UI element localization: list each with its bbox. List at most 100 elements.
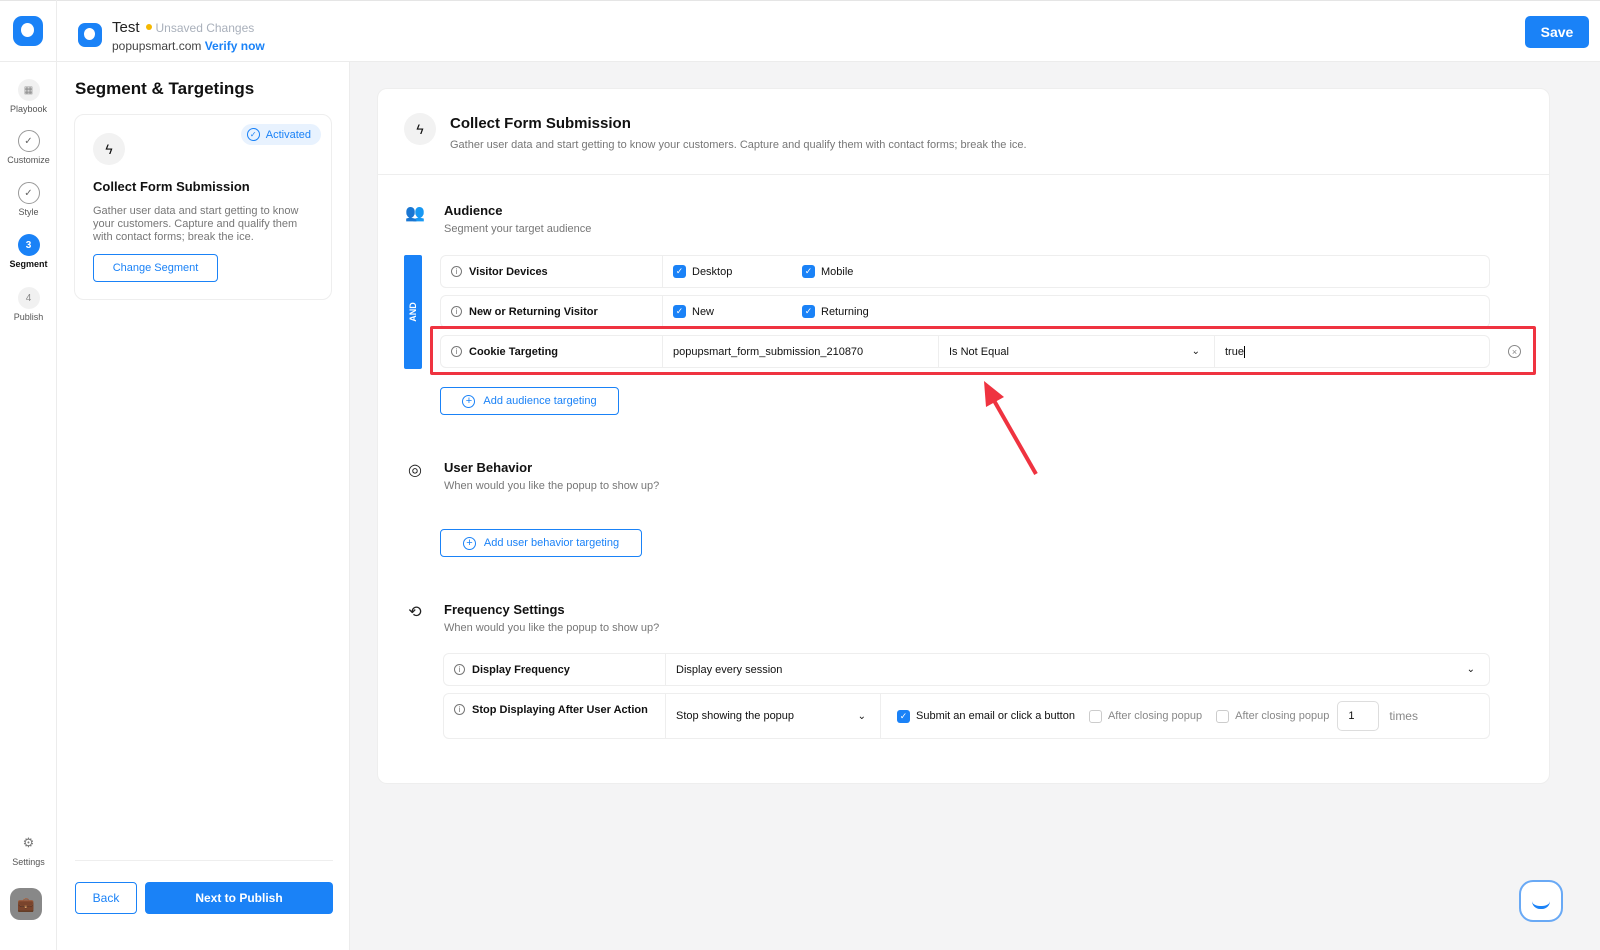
option-label: After closing popup: [1235, 710, 1330, 722]
stop-displaying-row: i Stop Displaying After User Action Stop …: [443, 693, 1490, 739]
info-icon[interactable]: i: [454, 704, 465, 715]
row-label: Display Frequency: [472, 663, 570, 676]
chevron-down-icon: ⌄: [1466, 664, 1475, 675]
grid-icon: ▦: [17, 79, 40, 101]
segment-title: Collect Form Submission: [450, 115, 631, 132]
cursor-click-icon: ◎: [408, 462, 422, 479]
returning-checkbox[interactable]: ✓: [802, 305, 815, 318]
step-number: 3: [17, 234, 40, 256]
display-frequency-select[interactable]: Display every session ⌄: [666, 654, 1489, 685]
save-status: Unsaved Changes: [155, 21, 255, 35]
briefcase-icon[interactable]: 💼: [10, 888, 42, 920]
change-segment-button[interactable]: Change Segment: [93, 254, 218, 282]
annotation-arrow-icon: [984, 381, 1038, 475]
desktop-checkbox[interactable]: ✓: [673, 265, 686, 278]
frequency-desc: When would you like the popup to show up…: [444, 622, 660, 634]
nav-label: Publish: [13, 312, 44, 322]
project-info: Test Unsaved Changes popupsmart.com Verif…: [78, 19, 265, 53]
top-bar: Test Unsaved Changes popupsmart.com Verif…: [0, 0, 1600, 62]
stop-action-select[interactable]: Stop showing the popup ⌄: [666, 694, 881, 738]
and-operator[interactable]: AND: [404, 255, 422, 369]
nav-label: Style: [18, 207, 39, 217]
app-logo[interactable]: [0, 0, 57, 62]
option-label: After closing popup: [1107, 710, 1203, 722]
nav-label: Settings: [12, 857, 45, 867]
info-icon[interactable]: i: [451, 306, 462, 317]
nav-settings[interactable]: ⚙ Settings: [0, 832, 57, 867]
back-button[interactable]: Back: [75, 882, 137, 914]
nav-style[interactable]: ✓ Style: [0, 182, 57, 217]
nav-segment[interactable]: 3 Segment: [0, 234, 57, 269]
times-label: times: [1389, 709, 1418, 723]
check-circle-icon: ✓: [246, 128, 260, 141]
verify-link[interactable]: Verify now: [205, 39, 265, 53]
add-user-behavior-button[interactable]: + Add user behavior targeting: [440, 529, 642, 557]
behavior-title: User Behavior: [444, 460, 533, 475]
gear-icon: ⚙: [22, 835, 35, 850]
behavior-desc: When would you like the popup to show up…: [444, 480, 660, 492]
info-icon[interactable]: i: [451, 266, 462, 277]
nav-playbook[interactable]: ▦ Playbook: [0, 79, 57, 114]
new-returning-row: i New or Returning Visitor ✓ New ✓ Returnin…: [440, 295, 1490, 328]
mobile-checkbox[interactable]: ✓: [802, 265, 815, 278]
row-label: Visitor Devices: [469, 265, 548, 278]
activated-badge: ✓ Activated: [240, 124, 321, 145]
plus-icon: +: [462, 536, 476, 550]
option-label: Returning: [821, 305, 869, 318]
highlight-box: [430, 326, 1536, 375]
save-button[interactable]: Save: [1525, 16, 1589, 48]
chat-widget-icon[interactable]: [1519, 880, 1563, 922]
panel-title: Segment & Targetings: [75, 79, 255, 98]
button-label: Add user behavior targeting: [483, 537, 620, 549]
next-to-publish-button[interactable]: Next to Publish: [145, 882, 333, 914]
after-closing-checkbox[interactable]: [1088, 709, 1102, 723]
option-label: Submit an email or click a button: [916, 710, 1075, 722]
unsaved-dot-icon: [145, 23, 152, 30]
bolt-icon: ϟ: [93, 133, 125, 165]
badge-label: Activated: [265, 128, 311, 141]
users-icon: 👥: [405, 205, 425, 222]
card-title: Collect Form Submission: [93, 179, 250, 194]
card-desc: Gather user data and start getting to kn…: [93, 205, 299, 243]
segment-header: ϟ Collect Form Submission Gather user da…: [378, 89, 1549, 175]
plus-icon: +: [462, 394, 476, 408]
left-panel: Segment & Targetings ϟ ✓ Activated Collec…: [57, 62, 350, 950]
bolt-icon: ϟ: [404, 113, 436, 145]
row-label: Stop Displaying After User Action: [472, 704, 648, 716]
chevron-down-icon: ⌄: [857, 710, 866, 722]
nav-label: Customize: [7, 155, 50, 165]
times-input[interactable]: 1: [1337, 701, 1380, 731]
check-icon: ✓: [17, 130, 40, 152]
project-domain: popupsmart.com: [112, 39, 202, 53]
visitor-devices-row: i Visitor Devices ✓ Desktop ✓ Mobile: [440, 255, 1490, 288]
submit-checkbox[interactable]: ✓: [897, 709, 910, 723]
step-nav: ▦ Playbook ✓ Customize ✓ Style 3 Segment 4 Pu…: [0, 62, 57, 950]
nav-customize[interactable]: ✓ Customize: [0, 130, 57, 165]
option-label: Mobile: [821, 265, 854, 278]
nav-label: Playbook: [9, 104, 48, 114]
row-label: New or Returning Visitor: [469, 305, 598, 318]
option-label: New: [692, 305, 715, 318]
after-closing-checkbox-2[interactable]: [1216, 709, 1230, 723]
button-label: Add audience targeting: [483, 395, 597, 407]
check-icon: ✓: [17, 182, 40, 204]
frequency-title: Frequency Settings: [444, 602, 565, 617]
audience-desc: Segment your target audience: [444, 223, 592, 235]
nav-publish[interactable]: 4 Publish: [0, 287, 57, 322]
audience-title: Audience: [444, 203, 503, 218]
history-icon: ⟲: [408, 604, 422, 621]
and-label: AND: [408, 302, 418, 322]
new-checkbox[interactable]: ✓: [673, 305, 686, 318]
add-audience-targeting-button[interactable]: + Add audience targeting: [440, 387, 619, 415]
popupsmart-logo-icon: [13, 16, 43, 46]
segment-desc: Gather user data and start getting to kn…: [450, 139, 1027, 151]
project-name: Test: [112, 19, 140, 36]
info-icon[interactable]: i: [454, 664, 465, 675]
option-label: Desktop: [692, 265, 733, 278]
divider: [75, 860, 333, 861]
segment-card: ϟ ✓ Activated Collect Form Submission Gat…: [74, 114, 332, 300]
nav-label: Segment: [9, 259, 48, 269]
display-frequency-row: i Display Frequency Display every session…: [443, 653, 1490, 686]
segment-settings: ϟ Collect Form Submission Gather user da…: [377, 88, 1550, 784]
select-value: Stop showing the popup: [676, 710, 795, 722]
